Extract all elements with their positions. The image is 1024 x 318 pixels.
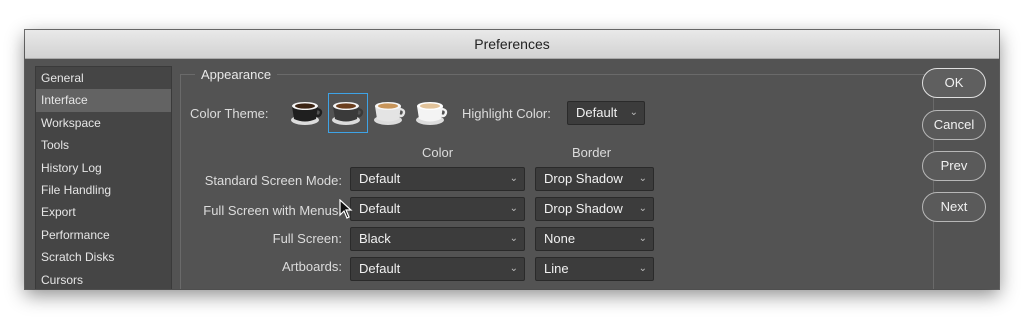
full-screen-with-menus-label: Full Screen with Menus:	[203, 203, 342, 218]
standard-screen-mode-label: Standard Screen Mode:	[204, 173, 342, 188]
border-column-header: Border	[572, 145, 612, 160]
theme-swatch-1[interactable]	[287, 93, 327, 133]
chevron-down-icon: ⌄	[638, 173, 647, 184]
standard-screen-mode-border-select[interactable]: Drop Shadow ⌄	[535, 167, 654, 191]
standard-screen-mode-border-value: Drop Shadow	[544, 171, 623, 186]
artboards-color-value: Default	[359, 261, 401, 276]
dark-coffee-cup-icon	[291, 102, 323, 125]
sidebar-item-scratch-disks[interactable]: Scratch Disks	[36, 246, 171, 268]
theme-swatch-2[interactable]	[328, 93, 368, 133]
sidebar-item-general[interactable]: General	[36, 67, 171, 89]
artboards-color-select[interactable]: Default ⌄	[350, 257, 525, 281]
full-screen-label: Full Screen:	[272, 231, 342, 246]
sidebar-item-performance[interactable]: Performance	[36, 224, 171, 246]
color-column-header: Color	[422, 145, 454, 160]
preferences-window: Preferences General Interface Workspace …	[25, 30, 999, 289]
sidebar-item-workspace[interactable]: Workspace	[36, 112, 171, 134]
sidebar-item-history-log[interactable]: History Log	[36, 157, 171, 179]
full-screen-color-value: Black	[359, 231, 391, 246]
theme-swatch-3[interactable]	[370, 93, 410, 133]
full-screen-with-menus-border-value: Drop Shadow	[544, 201, 623, 216]
mouse-pointer-icon	[339, 199, 353, 219]
sidebar-item-export[interactable]: Export	[36, 201, 171, 223]
chevron-down-icon: ⌄	[638, 203, 647, 214]
standard-screen-mode-color-value: Default	[359, 171, 401, 186]
chevron-down-icon: ⌄	[509, 203, 518, 214]
sidebar-item-file-handling[interactable]: File Handling	[36, 179, 171, 201]
preferences-sidebar: General Interface Workspace Tools Histor…	[35, 66, 172, 289]
chevron-down-icon: ⌄	[638, 263, 647, 274]
full-screen-with-menus-border-select[interactable]: Drop Shadow ⌄	[535, 197, 654, 221]
chevron-down-icon: ⌄	[509, 233, 518, 244]
highlight-color-select[interactable]: Default ⌄	[567, 101, 645, 125]
medium-light-coffee-cup-icon	[374, 102, 406, 125]
full-screen-border-select[interactable]: None ⌄	[535, 227, 654, 251]
full-screen-border-value: None	[544, 231, 576, 246]
chevron-down-icon: ⌄	[509, 263, 518, 274]
next-button[interactable]: Next	[922, 192, 986, 222]
theme-swatch-4[interactable]	[412, 93, 452, 133]
sidebar-item-interface[interactable]: Interface	[36, 89, 171, 112]
window-title: Preferences	[25, 30, 999, 59]
full-screen-with-menus-color-select[interactable]: Default ⌄	[350, 197, 525, 221]
full-screen-color-select[interactable]: Black ⌄	[350, 227, 525, 251]
chevron-down-icon: ⌄	[509, 173, 518, 184]
light-coffee-cup-icon	[416, 102, 448, 125]
cancel-button[interactable]: Cancel	[922, 110, 986, 140]
chevron-down-icon: ⌄	[638, 233, 647, 244]
sidebar-item-cursors[interactable]: Cursors	[36, 269, 171, 289]
full-screen-with-menus-color-value: Default	[359, 201, 401, 216]
highlight-color-label: Highlight Color:	[462, 106, 551, 121]
ok-button[interactable]: OK	[922, 68, 986, 98]
sidebar-item-tools[interactable]: Tools	[36, 134, 171, 156]
prev-button[interactable]: Prev	[922, 151, 986, 181]
chevron-down-icon: ⌄	[629, 107, 638, 118]
appearance-legend: Appearance	[195, 67, 278, 83]
color-theme-label: Color Theme:	[190, 106, 269, 121]
artboards-border-value: Line	[544, 261, 569, 276]
highlight-color-value: Default	[576, 105, 618, 120]
artboards-label: Artboards:	[282, 259, 342, 274]
medium-dark-coffee-cup-icon	[332, 102, 364, 125]
standard-screen-mode-color-select[interactable]: Default ⌄	[350, 167, 525, 191]
artboards-border-select[interactable]: Line ⌄	[535, 257, 654, 281]
